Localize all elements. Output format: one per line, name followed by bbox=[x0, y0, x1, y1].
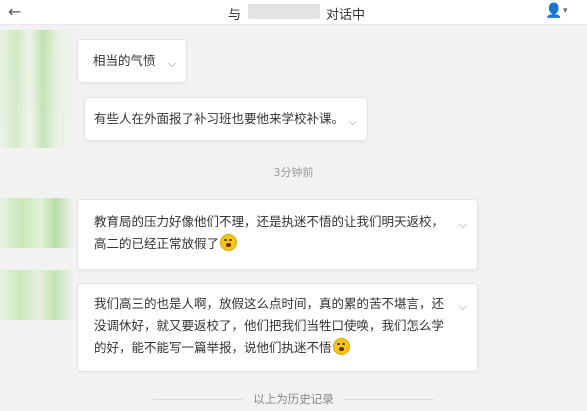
avatar[interactable] bbox=[0, 30, 74, 148]
history-label: 以上为历史记录 bbox=[253, 392, 334, 406]
history-divider: 以上为历史记录 bbox=[0, 391, 587, 407]
chat-title-prefix: 与 bbox=[228, 8, 242, 23]
message-text: 相当的气愤 bbox=[93, 53, 156, 68]
message-text: 教育局的压力好像他们不理，还是执迷不悟的让我们明天返校，高二的已经正常放假了 bbox=[94, 211, 456, 255]
chevron-down-icon[interactable]: ⌵ bbox=[459, 296, 467, 318]
avatar[interactable] bbox=[0, 198, 74, 248]
crying-face-icon bbox=[332, 338, 350, 355]
message-text-content: 教育局的压力好像他们不理，还是执迷不悟的让我们明天返校，高二的已经正常放假了 bbox=[94, 214, 445, 251]
timestamp-divider: 3分钟前 bbox=[273, 166, 314, 179]
crying-face-icon bbox=[220, 234, 238, 251]
chevron-down-icon[interactable]: ⌵ bbox=[168, 53, 176, 75]
message-text: 有些人在外面报了补习班也要他来学校补课。 bbox=[94, 111, 345, 126]
message-text: 我们高三的也是人啊，放假这么点时间，真的累的苦不堪言，还没调休好，就又要返校了，… bbox=[94, 293, 456, 359]
chevron-down-icon[interactable]: ⌵ bbox=[349, 111, 357, 133]
message-text-content: 我们高三的也是人啊，放假这么点时间，真的累的苦不堪言，还没调休好，就又要返校了，… bbox=[94, 296, 445, 355]
divider-line bbox=[343, 399, 434, 400]
message-bubble[interactable]: 有些人在外面报了补习班也要他来学校补课。 ⌵ bbox=[84, 97, 368, 141]
message-bubble[interactable]: 教育局的压力好像他们不理，还是执迷不悟的让我们明天返校，高二的已经正常放假了 ⌵ bbox=[77, 199, 478, 270]
avatar[interactable] bbox=[0, 270, 74, 320]
person-plus-icon[interactable]: 👤 bbox=[545, 3, 562, 19]
chat-header: ← 与 对话中 👤 ▾ bbox=[0, 0, 587, 25]
contact-name-redacted bbox=[248, 4, 320, 19]
chat-title-suffix: 对话中 bbox=[326, 8, 366, 23]
chevron-down-icon[interactable]: ⌵ bbox=[459, 214, 467, 236]
message-bubble[interactable]: 我们高三的也是人啊，放假这么点时间，真的累的苦不堪言，还没调休好，就又要返校了，… bbox=[77, 283, 478, 372]
divider-line bbox=[153, 399, 244, 400]
back-arrow-icon[interactable]: ← bbox=[8, 2, 21, 21]
user-menu-caret-icon[interactable]: ▾ bbox=[563, 6, 568, 16]
message-bubble[interactable]: 相当的气愤 ⌵ bbox=[77, 39, 187, 83]
